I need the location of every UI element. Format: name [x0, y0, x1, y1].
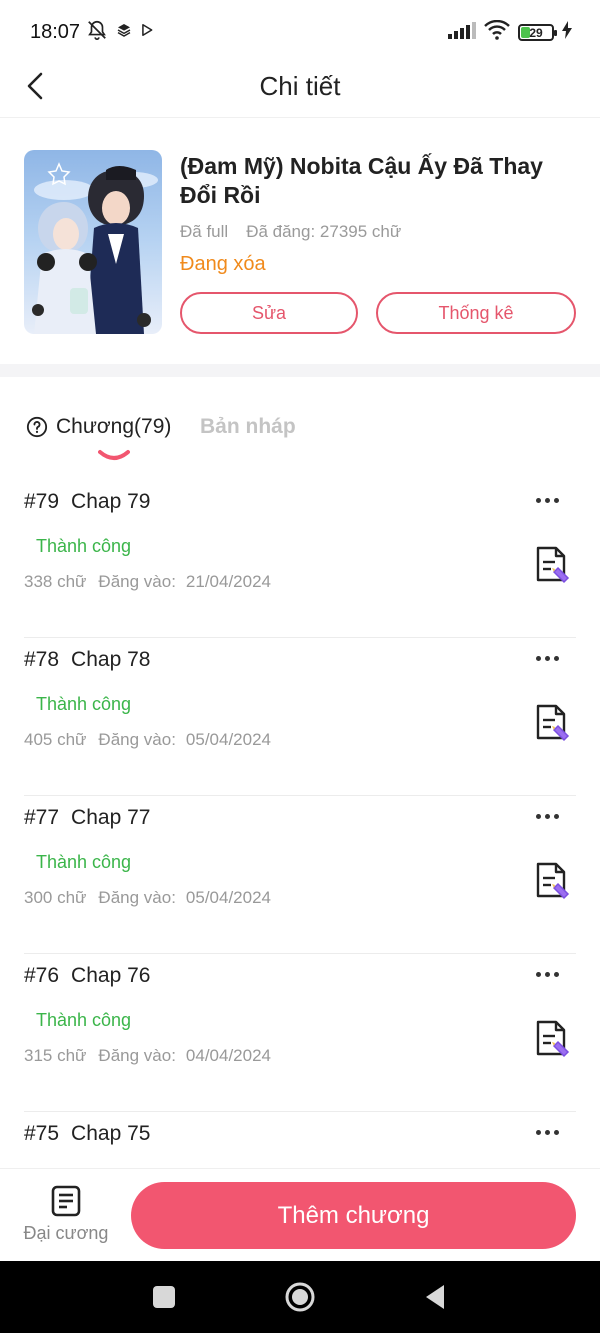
chapter-date-label: Đăng vào:	[98, 1046, 176, 1065]
chapter-name: Chap 77	[71, 806, 151, 829]
story-title: (Đam Mỹ) Nobita Cậu Ấy Đã Thay Đổi Rồi	[180, 153, 543, 208]
chapter-date-label: Đăng vào:	[98, 572, 176, 591]
chapter-status: Thành công	[36, 852, 132, 872]
back-button[interactable]	[18, 68, 54, 104]
tab-drafts[interactable]: Bản nháp	[200, 415, 296, 439]
edit-chapter-icon[interactable]	[530, 860, 574, 904]
chapter-date-label: Đăng vào:	[98, 888, 176, 907]
chapter-number: #79	[24, 490, 60, 513]
chapter-word-count: 300 chữ	[24, 888, 87, 907]
chapter-date: 21/04/2024	[185, 572, 272, 591]
triangle-back-icon	[426, 1285, 444, 1309]
battery-level: 29	[529, 25, 543, 40]
screen: 18:07 29 Chi tiết (Đam Mỹ) Nobita Cậu Ấy…	[0, 0, 600, 1333]
help-circle-icon[interactable]	[26, 416, 48, 438]
outline-label: Đại cương	[23, 1223, 109, 1243]
tab-bar: Chương(79) Bản nháp	[0, 405, 600, 465]
page-title: Chi tiết	[259, 71, 341, 101]
chapter-number: #76	[24, 964, 60, 987]
outline-document-icon	[51, 1185, 81, 1217]
add-chapter-button[interactable]: Thêm chương	[131, 1182, 576, 1249]
chapter-word-count: 405 chữ	[24, 730, 87, 749]
play-store-icon	[140, 23, 154, 42]
more-options-icon[interactable]	[532, 1120, 562, 1144]
section-divider	[0, 364, 600, 377]
header: Chi tiết	[0, 56, 600, 118]
bell-muted-icon	[86, 19, 108, 46]
charging-icon	[562, 21, 572, 44]
outline-button[interactable]: Đại cương	[20, 1185, 112, 1251]
chapter-name: Chap 75	[71, 1122, 151, 1145]
back-nav-button[interactable]	[424, 1284, 446, 1315]
tab-chapters-label: Chương(79)	[56, 415, 172, 438]
more-options-icon[interactable]	[532, 804, 562, 828]
edit-chapter-icon[interactable]	[530, 702, 574, 746]
chapter-status: Thành công	[36, 694, 132, 714]
chapter-name: Chap 78	[71, 648, 151, 671]
chapter-word-count: 338 chữ	[24, 572, 87, 591]
chapter-number: #77	[24, 806, 60, 829]
edit-button[interactable]: Sửa	[180, 292, 358, 334]
chapter-name: Chap 76	[71, 964, 151, 987]
more-options-icon[interactable]	[532, 488, 562, 512]
wifi-icon	[484, 19, 510, 45]
home-circle-icon	[285, 1282, 315, 1312]
chapter-number: #78	[24, 648, 60, 671]
chapter-row[interactable]: #76 Chap 76 Thành công 315 chữ Đăng vào:…	[24, 954, 576, 1112]
chapter-date: 05/04/2024	[185, 888, 272, 907]
chapter-date-label: Đăng vào:	[98, 730, 176, 749]
recent-apps-button[interactable]	[152, 1285, 176, 1314]
battery-icon: 29	[518, 24, 557, 41]
story-meta: Đã full Đã đăng: 27395 chữ	[180, 222, 401, 242]
layers-icon	[116, 22, 132, 43]
more-options-icon[interactable]	[532, 962, 562, 986]
system-nav-bar	[0, 1261, 600, 1333]
tab-chapters[interactable]: Chương(79)	[26, 415, 171, 439]
story-word-count: Đã đăng: 27395 chữ	[246, 222, 402, 241]
chapter-status: Thành công	[36, 536, 132, 556]
chapter-status: Thành công	[36, 1010, 132, 1030]
chapter-word-count: 315 chữ	[24, 1046, 87, 1065]
tab-indicator	[98, 450, 130, 460]
tab-drafts-label: Bản nháp	[200, 415, 296, 438]
signal-icon	[448, 21, 476, 44]
edit-chapter-icon[interactable]	[530, 544, 574, 588]
story-cover-image	[24, 150, 162, 334]
edit-chapter-icon[interactable]	[530, 1018, 574, 1062]
chapter-name: Chap 79	[71, 490, 151, 513]
chapter-date: 04/04/2024	[185, 1046, 272, 1065]
story-status: Đang xóa	[180, 253, 266, 275]
chevron-left-icon	[27, 72, 43, 100]
stats-button[interactable]: Thống kê	[376, 292, 576, 334]
story-completion: Đã full	[180, 222, 229, 241]
chapter-date: 05/04/2024	[185, 730, 272, 749]
chapter-row[interactable]: #75 Chap 75	[24, 1112, 576, 1168]
more-options-icon[interactable]	[532, 646, 562, 670]
chapter-number: #75	[24, 1122, 60, 1145]
chapter-row[interactable]: #77 Chap 77 Thành công 300 chữ Đăng vào:…	[24, 796, 576, 954]
status-time: 18:07	[30, 20, 81, 43]
chapter-row[interactable]: #78 Chap 78 Thành công 405 chữ Đăng vào:…	[24, 638, 576, 796]
square-icon	[153, 1286, 175, 1308]
bottom-action-bar: Đại cương Thêm chương	[0, 1168, 600, 1261]
home-button[interactable]	[284, 1281, 316, 1318]
chapter-row[interactable]: #79 Chap 79 Thành công 338 chữ Đăng vào:…	[24, 480, 576, 638]
status-bar: 18:07 29	[0, 0, 600, 64]
